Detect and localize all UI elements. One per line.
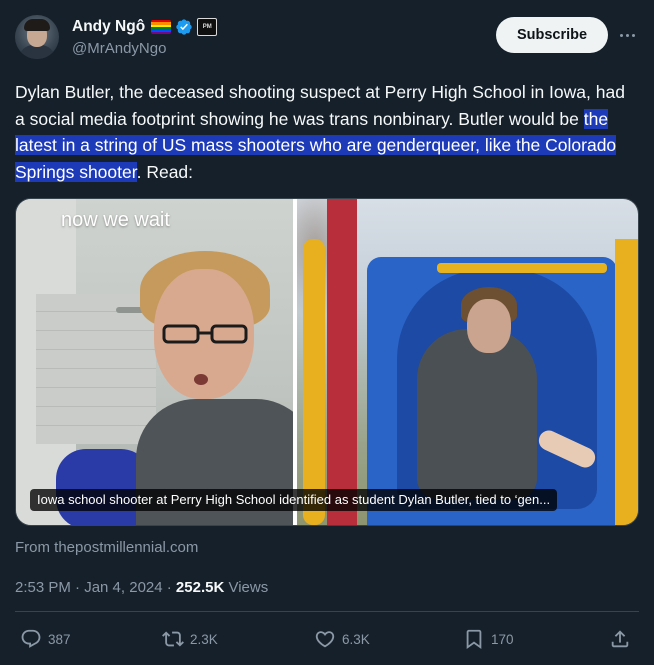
link-card-media[interactable]: now we wait Iowa school shooter at Perry…	[15, 198, 639, 526]
share-icon	[611, 630, 629, 648]
affiliate-badge-icon[interactable]: PM	[197, 18, 218, 36]
reply-count: 387	[48, 631, 71, 647]
avatar[interactable]	[15, 15, 59, 59]
subscribe-button[interactable]: Subscribe	[496, 17, 608, 53]
repost-icon	[162, 631, 184, 647]
more-options-icon[interactable]	[614, 24, 640, 46]
views-count: 252.5K	[175, 579, 225, 596]
reply-button[interactable]: 387	[20, 628, 71, 650]
tweet-text-part: . Read:	[136, 161, 194, 182]
action-bar: 387 2.3K 6.3K 170	[15, 628, 639, 658]
pride-flag-icon	[151, 20, 172, 34]
share-button[interactable]	[609, 628, 631, 650]
tweet: Andy Ngô PM @MrAndyNgo Subscribe Dylan B…	[0, 0, 654, 665]
like-count: 6.3K	[342, 631, 370, 647]
link-source[interactable]: From thepostmillennial.com	[15, 539, 198, 556]
link-card-caption[interactable]: Iowa school shooter at Perry High School…	[30, 489, 558, 511]
like-button[interactable]: 6.3K	[314, 628, 370, 650]
left-photo: now we wait	[16, 199, 293, 525]
reply-icon	[21, 629, 41, 648]
tweet-text: Dylan Butler, the deceased shooting susp…	[15, 79, 635, 185]
bookmark-icon	[466, 629, 482, 650]
tweet-meta: 2:53 PM · Jan 4, 2024 · 252.5K Views	[15, 579, 268, 596]
divider	[15, 611, 639, 612]
timestamp[interactable]: 2:53 PM · Jan 4, 2024 ·	[15, 579, 176, 596]
author-name-row: Andy Ngô PM	[72, 18, 218, 36]
repost-count: 2.3K	[190, 631, 218, 647]
author-name[interactable]: Andy Ngô	[72, 18, 145, 36]
views-label: Views	[224, 579, 269, 596]
heart-icon	[315, 631, 335, 648]
bookmark-count: 170	[491, 631, 514, 647]
repost-button[interactable]: 2.3K	[162, 628, 218, 650]
tweet-text-part: Dylan Butler, the deceased shooting susp…	[15, 82, 625, 129]
author-handle[interactable]: @MrAndyNgo	[72, 40, 166, 57]
right-photo	[297, 199, 638, 525]
verified-badge-icon[interactable]	[175, 18, 193, 36]
photo-overlay-text: now we wait	[61, 209, 170, 231]
bookmark-button[interactable]: 170	[463, 628, 514, 650]
